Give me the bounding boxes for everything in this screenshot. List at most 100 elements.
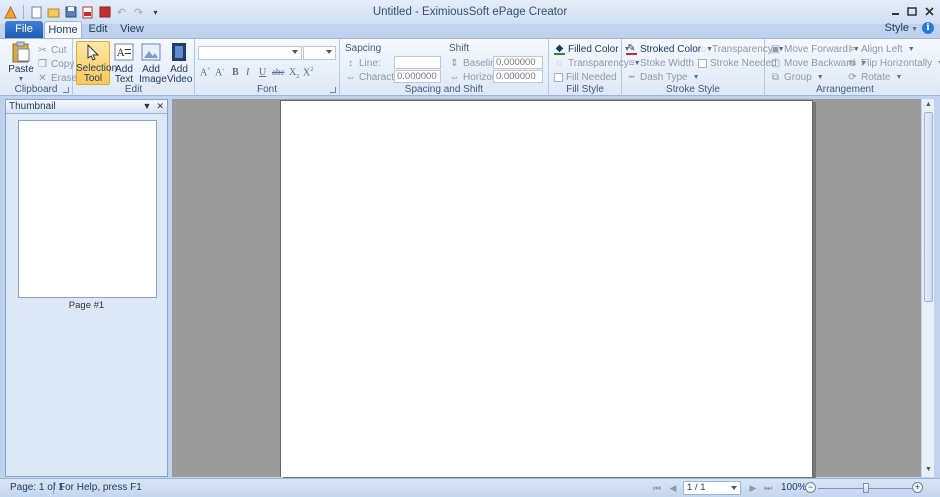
page-number-box[interactable]: 1 / 1 [683,481,741,495]
add-image-button[interactable]: Add Image [139,41,167,85]
scrollbar-thumb[interactable] [924,112,933,302]
group-label: Group [784,72,812,83]
font-size-combo[interactable] [303,46,336,60]
new-file-icon[interactable] [29,5,44,20]
thumbnail-header: Thumbnail ▼ ✕ [6,100,167,114]
underline-icon[interactable]: U [259,67,266,78]
align-left-button[interactable]: ⊫ Align Left ▼ [847,43,915,56]
align-left-label: Align Left [861,44,903,55]
subscript-icon[interactable]: X2 [289,67,299,80]
stroked-color-label: Stroked Color [640,44,702,55]
group-label-arrangement: Arrangement [816,84,874,95]
redo-icon[interactable]: ↷ [131,5,146,20]
vertical-scrollbar[interactable]: ▲ ▼ [921,99,934,477]
group-button[interactable]: ⧉ Group ▼ [770,71,824,84]
strikethrough-icon[interactable]: abc [272,67,285,77]
grow-font-icon[interactable]: A+ [200,67,211,78]
qat-separator [23,5,24,19]
video-icon [168,41,190,63]
superscript-icon[interactable]: X2 [303,67,313,78]
filled-color-button[interactable]: ◆ Filled Color ▼ [554,43,631,56]
style-menu-label: Style [884,22,910,34]
page-thumbnail[interactable] [18,120,157,298]
style-menu[interactable]: Style ▼ [885,22,918,34]
fill-transparency-label: Transparency [568,58,629,69]
shrink-font-icon[interactable]: A- [215,67,224,78]
add-text-button[interactable]: A Add Text [113,41,135,85]
tab-view[interactable]: View [118,21,146,38]
canvas-area[interactable] [172,99,921,477]
scroll-down-icon[interactable]: ▼ [924,466,933,475]
add-video-button[interactable]: Add Video [167,41,192,85]
group-arrangement: ▣ Move Forward ▼ ⊫ Align Left ▼ ▢ Move Backwa… [765,39,940,96]
tab-home[interactable]: Home [44,21,82,38]
app-menu-icon[interactable] [3,5,18,20]
rotate-button[interactable]: ⟳ Rotate ▼ [847,71,902,84]
ribbon-tab-row: File Home Edit View Style ▼ i [0,21,940,38]
group-spacing-shift: Sapcing ↕ Line: ⇔ Character: 0.000000 Shif… [340,39,549,96]
ribbon: Paste ▼ ✂ Cut ❐ Copy ✕ Erase Clipboard Sele… [0,38,940,96]
pane-close-icon[interactable]: ✕ [156,100,164,113]
close-icon[interactable] [922,4,936,18]
dash-type-label: Dash Type [640,72,688,83]
character-spacing-input[interactable]: 0.000000 [394,70,441,83]
line-label: Line: [359,58,381,69]
export-pdf-icon[interactable] [80,5,95,20]
pane-menu-icon[interactable]: ▼ [143,100,152,113]
flip-horizontally-button[interactable]: ⇋Flip Horizontally▼ [847,57,940,70]
stroke-transparency-label: Transparency [712,44,773,55]
zoom-out-icon[interactable]: − [805,482,816,493]
bring-forward-icon: ▣ [770,44,781,55]
cut-button[interactable]: ✂ Cut [37,44,67,57]
save-icon[interactable] [63,5,78,20]
undo-icon[interactable]: ↶ [114,5,129,20]
minimize-icon[interactable] [888,4,902,18]
filled-color-label: Filled Color [568,44,619,55]
next-page-icon[interactable]: ▶ [747,482,759,494]
tab-file[interactable]: File [5,21,43,38]
customize-qat-icon[interactable]: ▾ [148,5,163,20]
zoom-level: 100% [781,482,807,493]
move-backward-label: Move Backward [784,58,856,69]
group-label-font: Font [256,84,277,95]
font-launcher-icon[interactable] [330,87,336,93]
bold-icon[interactable]: B [232,67,239,78]
status-page-count: Page: 1 of 1 [10,482,64,493]
chevron-down-icon [292,50,298,54]
group-clipboard: Paste ▼ ✂ Cut ❐ Copy ✕ Erase Clipboard [0,39,77,96]
fill-needed-checkbox[interactable]: Fill Needed [554,71,617,84]
paste-label: Paste [8,64,34,75]
dash-icon: ┅ [628,72,635,83]
scroll-up-icon[interactable]: ▲ [924,101,933,110]
selection-tool-button[interactable]: Selection Tool [76,41,117,85]
checkbox-icon [698,59,707,68]
zoom-slider[interactable] [818,483,914,493]
chevron-down-icon: ▼ [816,74,824,81]
previous-page-icon[interactable]: ◀ [667,482,679,494]
zoom-in-icon[interactable]: + [912,482,923,493]
copy-button[interactable]: ❐ Copy [37,58,74,71]
pdf-icon[interactable] [97,5,112,20]
paste-button[interactable]: Paste ▼ [6,41,36,85]
info-icon[interactable]: i [922,22,934,34]
page-number-value: 1 / 1 [687,482,706,493]
stroke-width-button[interactable]: ≡Stoke Width▼ [626,57,706,70]
horizon-input[interactable]: 0.000000 [493,70,543,83]
baseline-input[interactable]: 0.000000 [493,56,543,69]
last-page-icon[interactable]: ⏭ [762,482,774,494]
line-spacing-input[interactable] [394,56,441,69]
group-icon: ⧉ [771,72,780,83]
restore-icon[interactable] [905,4,919,18]
zoom-slider-knob[interactable] [863,483,869,493]
group-label-spacing-shift: Spacing and Shift [404,84,484,95]
font-family-combo[interactable] [198,46,302,60]
chevron-down-icon: ▼ [911,26,918,33]
dash-type-button[interactable]: ┅ Dash Type ▼ [626,71,699,84]
document-page[interactable] [280,100,813,477]
italic-icon[interactable]: I [246,67,249,78]
cut-label: Cut [51,45,67,56]
clipboard-launcher-icon[interactable] [63,87,69,93]
first-page-icon[interactable]: ⏮ [651,482,663,494]
open-folder-icon[interactable] [46,5,61,20]
tab-edit[interactable]: Edit [86,21,110,38]
